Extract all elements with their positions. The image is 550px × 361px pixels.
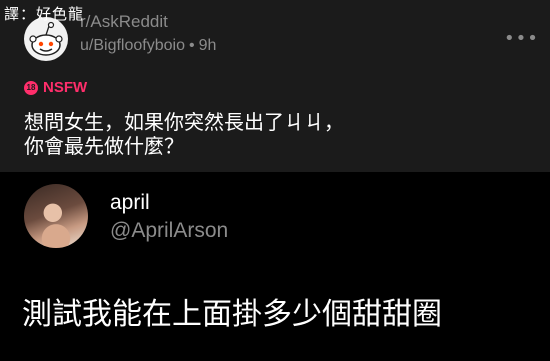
nsfw-label: NSFW	[43, 79, 88, 96]
nsfw-icon: 18	[24, 80, 38, 95]
more-options-icon[interactable]: •••	[504, 28, 539, 49]
post-title-line: 想問女生，如果你突然長出了ㄐㄐ，	[24, 110, 344, 134]
post-author[interactable]: u/Bigfloofyboio	[80, 37, 185, 54]
reddit-post-card: 譯：好色龍 r/AskReddit u/Bigfloofyboio • 9h •••…	[0, 0, 550, 172]
tweet-display-name[interactable]: april	[110, 191, 150, 215]
post-title[interactable]: 想問女生，如果你突然長出了ㄐㄐ， 你會最先做什麼？	[24, 110, 524, 158]
translator-credit: 譯：好色龍	[4, 5, 85, 23]
post-age: 9h	[198, 37, 217, 54]
tweet-avatar[interactable]	[24, 184, 88, 248]
tweet-handle[interactable]: @AprilArson	[110, 219, 228, 243]
subreddit-name[interactable]: r/AskReddit	[80, 12, 168, 32]
tweet-text: 測試我能在上面掛多少個甜甜圈	[22, 297, 442, 332]
post-title-line: 你會最先做什麼？	[24, 134, 184, 158]
nsfw-badge: 18 NSFW	[24, 79, 87, 96]
post-meta: u/Bigfloofyboio • 9h	[80, 37, 216, 55]
meta-separator: •	[188, 37, 195, 54]
